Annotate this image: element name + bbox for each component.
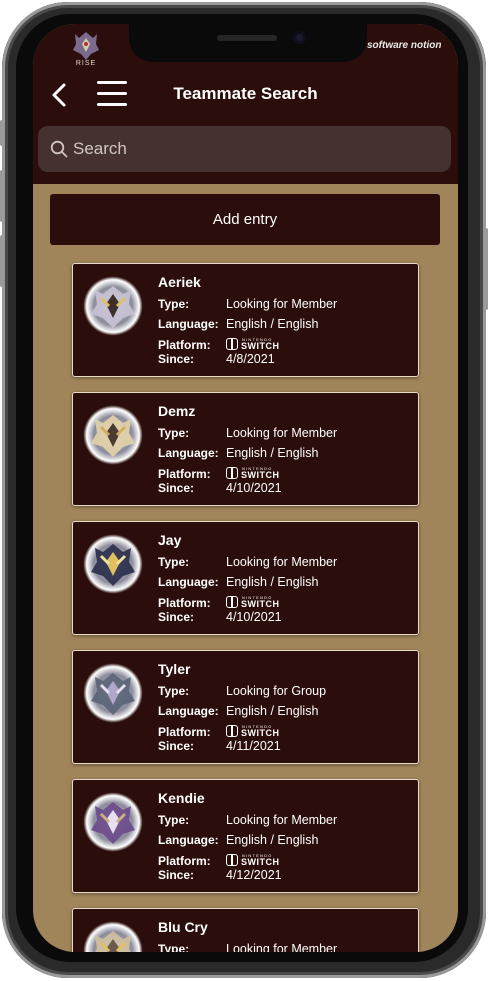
- type-value: Looking for Member: [226, 813, 338, 827]
- platform-label: Platform:: [158, 596, 211, 610]
- menu-button[interactable]: [97, 81, 127, 107]
- back-button[interactable]: [47, 80, 71, 110]
- type-label: Type:: [158, 684, 190, 698]
- entry-name: Blu Cry: [158, 919, 208, 935]
- nintendo-switch-logo: NINTENDO SWITCH: [226, 853, 284, 867]
- speaker-grille: [217, 35, 277, 41]
- nintendo-switch-logo: NINTENDO SWITCH: [226, 724, 284, 738]
- language-value: English / English: [226, 704, 319, 718]
- switch-icon: [226, 725, 238, 737]
- page-title: Teammate Search: [173, 84, 318, 103]
- type-value: Looking for Member: [226, 297, 338, 311]
- monster-avatar: [83, 921, 143, 952]
- search-icon: [50, 140, 68, 158]
- since-value: 4/11/2021: [226, 739, 281, 753]
- type-label: Type:: [158, 426, 190, 440]
- add-entry-button[interactable]: Add entry: [50, 194, 440, 245]
- platform-label: Platform:: [158, 854, 211, 868]
- entry-name: Aeriek: [158, 274, 201, 290]
- type-value: Looking for Member: [226, 555, 338, 569]
- entry-card[interactable]: Jay Type: Looking for Member Language: E…: [72, 521, 419, 635]
- entry-card[interactable]: Tyler Type: Looking for Group Language: …: [72, 650, 419, 764]
- platform-label: Platform:: [158, 725, 211, 739]
- switch-icon: [226, 596, 238, 608]
- type-label: Type:: [158, 555, 190, 569]
- switch-icon: [226, 338, 238, 350]
- front-camera: [293, 31, 306, 44]
- type-value: Looking for Member: [226, 942, 338, 952]
- monster-avatar: [83, 663, 143, 723]
- type-value: Looking for Group: [226, 684, 327, 698]
- nintendo-switch-logo: NINTENDO SWITCH: [226, 595, 284, 609]
- entry-name: Kendie: [158, 790, 205, 806]
- monster-avatar: [83, 405, 143, 465]
- entry-card[interactable]: Demz Type: Looking for Member Language: …: [72, 392, 419, 506]
- since-label: Since:: [158, 739, 195, 753]
- chevron-left-icon: [52, 83, 66, 107]
- type-label: Type:: [158, 297, 190, 311]
- app-screen: RISE software notion Teammate Search Sea…: [33, 24, 458, 952]
- monster-avatar: [83, 276, 143, 336]
- language-value: English / English: [226, 317, 319, 331]
- language-label: Language:: [158, 446, 219, 460]
- entry-card[interactable]: Kendie Type: Looking for Member Language…: [72, 779, 419, 893]
- since-value: 4/12/2021: [226, 868, 282, 882]
- language-value: English / English: [226, 575, 319, 589]
- hamburger-icon: [97, 81, 127, 84]
- volume-down-button: [0, 235, 4, 287]
- search-input[interactable]: Search: [38, 126, 451, 172]
- switch-icon: [226, 854, 238, 866]
- since-label: Since:: [158, 352, 195, 366]
- language-label: Language:: [158, 833, 219, 847]
- platform-label: Platform:: [158, 467, 211, 481]
- app-logo: RISE: [71, 30, 101, 68]
- type-label: Type:: [158, 813, 190, 827]
- monster-avatar: [83, 792, 143, 852]
- since-label: Since:: [158, 481, 195, 495]
- platform-label: Platform:: [158, 338, 211, 352]
- since-label: Since:: [158, 868, 195, 882]
- language-label: Language:: [158, 704, 219, 718]
- entry-name: Jay: [158, 532, 182, 548]
- volume-up-button: [0, 170, 4, 222]
- switch-icon: [226, 467, 238, 479]
- app-header: RISE software notion Teammate Search Sea…: [33, 24, 458, 184]
- monster-avatar: [83, 534, 143, 594]
- logo-text: RISE: [75, 60, 97, 67]
- notch: [129, 24, 367, 62]
- entry-card[interactable]: Blu Cry Type: Looking for Member Languag…: [72, 908, 419, 952]
- nintendo-switch-logo: NINTENDO SWITCH: [226, 466, 284, 480]
- since-value: 4/8/2021: [226, 352, 275, 366]
- since-value: 4/10/2021: [226, 610, 282, 624]
- entry-name: Tyler: [158, 661, 191, 677]
- entry-card[interactable]: Aeriek Type: Looking for Member Language…: [72, 263, 419, 377]
- type-label: Type:: [158, 942, 190, 952]
- language-value: English / English: [226, 446, 319, 460]
- language-label: Language:: [158, 575, 219, 589]
- nintendo-switch-logo: NINTENDO SWITCH: [226, 337, 284, 351]
- language-label: Language:: [158, 317, 219, 331]
- type-value: Looking for Member: [226, 426, 338, 440]
- entry-name: Demz: [158, 403, 196, 419]
- search-placeholder: Search: [73, 139, 127, 158]
- since-label: Since:: [158, 610, 195, 624]
- power-button: [484, 228, 488, 310]
- since-value: 4/10/2021: [226, 481, 282, 495]
- brand-watermark: software notion: [367, 40, 442, 51]
- silent-switch: [0, 120, 4, 146]
- language-value: English / English: [226, 833, 319, 847]
